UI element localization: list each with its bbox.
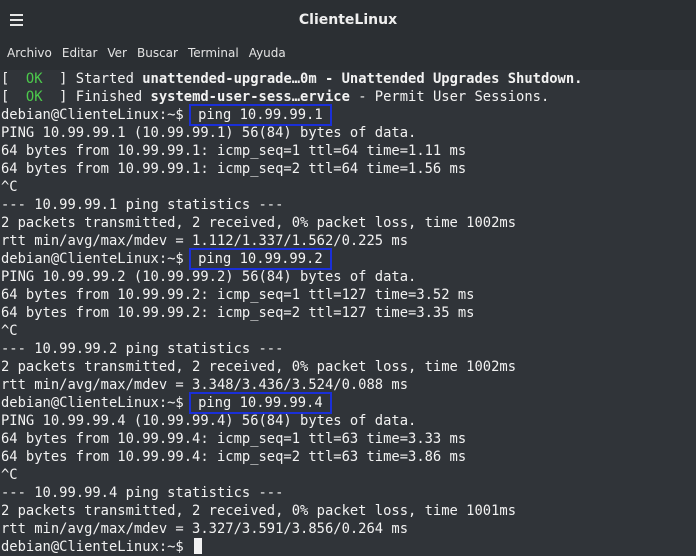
menu-ayuda[interactable]: Ayuda [249,46,286,60]
terminal-line: 2 packets transmitted, 2 received, 0% pa… [1,502,696,520]
shell-prompt: debian@ClienteLinux:~$ [1,251,193,267]
terminal-line: debian@ClienteLinux:~$ [1,538,696,556]
menu-buscar[interactable]: Buscar [137,46,178,60]
terminal-line: 64 bytes from 10.99.99.2: icmp_seq=1 ttl… [1,286,696,304]
output-text: 64 bytes from 10.99.99.4: icmp_seq=2 ttl… [1,449,467,465]
output-text: 2 packets transmitted, 2 received, 0% pa… [1,503,516,519]
terminal-line: --- 10.99.99.4 ping statistics --- [1,484,696,502]
terminal-line: 2 packets transmitted, 2 received, 0% pa… [1,358,696,376]
output-text: rtt min/avg/max/mdev = 3.327/3.591/3.856… [1,521,409,537]
menu-terminal[interactable]: Terminal [188,46,239,60]
window-title: ClienteLinux [298,12,398,28]
terminal-line: rtt min/avg/max/mdev = 3.348/3.436/3.524… [1,376,696,394]
terminal-line: PING 10.99.99.4 (10.99.99.4) 56(84) byte… [1,412,696,430]
shell-prompt: debian@ClienteLinux:~$ [1,539,193,555]
terminal-line: PING 10.99.99.2 (10.99.99.2) 56(84) byte… [1,268,696,286]
output-text: rtt min/avg/max/mdev = 3.348/3.436/3.524… [1,377,409,393]
output-text: --- 10.99.99.2 ping statistics --- [1,341,284,357]
menu-editar[interactable]: Editar [62,46,98,60]
terminal-line: debian@ClienteLinux:~$ ping 10.99.99.2 [1,248,696,270]
status-unit: systemd-user-sess…ervice [150,89,350,105]
terminal-line: --- 10.99.99.2 ping statistics --- [1,340,696,358]
menu-archivo[interactable]: Archivo [7,46,52,60]
terminal-line: 64 bytes from 10.99.99.4: icmp_seq=2 ttl… [1,448,696,466]
shell-prompt: debian@ClienteLinux:~$ [1,107,193,123]
output-text: rtt min/avg/max/mdev = 1.112/1.337/1.562… [1,233,409,249]
status-description: - Permit User Sessions. [349,89,550,105]
output-text: 64 bytes from 10.99.99.1: icmp_seq=2 ttl… [1,161,467,177]
terminal-line: --- 10.99.99.1 ping statistics --- [1,196,696,214]
output-text: PING 10.99.99.2 (10.99.99.2) 56(84) byte… [1,269,417,285]
status-action: ] Finished [42,89,151,105]
status-ok: OK [25,89,43,105]
menu-bar: Archivo Editar Ver Buscar Terminal Ayuda [0,40,696,66]
hamburger-menu-icon[interactable] [10,14,23,26]
output-text: 64 bytes from 10.99.99.1: icmp_seq=1 ttl… [1,143,467,159]
terminal-line: debian@ClienteLinux:~$ ping 10.99.99.1 [1,104,696,126]
shell-prompt: debian@ClienteLinux:~$ [1,395,193,411]
output-text: --- 10.99.99.1 ping statistics --- [1,197,284,213]
terminal-line: PING 10.99.99.1 (10.99.99.1) 56(84) byte… [1,124,696,142]
terminal-line: 64 bytes from 10.99.99.2: icmp_seq=2 ttl… [1,304,696,322]
terminal-line: ^C [1,178,696,196]
text-cursor [194,538,203,554]
output-text: PING 10.99.99.4 (10.99.99.4) 56(84) byte… [1,413,417,429]
title-bar: ClienteLinux [0,0,696,40]
output-text: 2 packets transmitted, 2 received, 0% pa… [1,359,516,375]
menu-ver[interactable]: Ver [107,46,127,60]
output-text: 64 bytes from 10.99.99.2: icmp_seq=2 ttl… [1,305,475,321]
output-text: ^C [1,179,18,195]
highlighted-command: ping 10.99.99.1 [189,104,332,126]
status-bracket-open: [ [1,89,26,105]
highlighted-command: ping 10.99.99.4 [189,392,332,414]
output-text: 64 bytes from 10.99.99.2: icmp_seq=1 ttl… [1,287,475,303]
output-text: 2 packets transmitted, 2 received, 0% pa… [1,215,516,231]
status-unit: unattended-upgrade…0m - Unattended Upgra… [142,71,583,87]
output-text: ^C [1,467,18,483]
status-ok: OK [25,71,43,87]
terminal-line: 64 bytes from 10.99.99.1: icmp_seq=1 ttl… [1,142,696,160]
terminal-line: 2 packets transmitted, 2 received, 0% pa… [1,214,696,232]
output-text: --- 10.99.99.4 ping statistics --- [1,485,284,501]
terminal-line: debian@ClienteLinux:~$ ping 10.99.99.4 [1,392,696,414]
terminal-line: 64 bytes from 10.99.99.4: icmp_seq=1 ttl… [1,430,696,448]
terminal-line: [ OK ] Started unattended-upgrade…0m - U… [1,70,696,88]
output-text: ^C [1,323,18,339]
status-action: ] Started [42,71,143,87]
terminal-line: rtt min/avg/max/mdev = 1.112/1.337/1.562… [1,232,696,250]
output-text: 64 bytes from 10.99.99.4: icmp_seq=1 ttl… [1,431,467,447]
terminal-window: ClienteLinux Archivo Editar Ver Buscar T… [0,0,696,556]
terminal-line: ^C [1,322,696,340]
terminal-line: 64 bytes from 10.99.99.1: icmp_seq=2 ttl… [1,160,696,178]
output-text: PING 10.99.99.1 (10.99.99.1) 56(84) byte… [1,125,417,141]
terminal-line: [ OK ] Finished systemd-user-sess…ervice… [1,88,696,106]
terminal-line: rtt min/avg/max/mdev = 3.327/3.591/3.856… [1,520,696,538]
terminal-line: ^C [1,466,696,484]
highlighted-command: ping 10.99.99.2 [189,248,332,270]
status-bracket-open: [ [1,71,26,87]
terminal-output[interactable]: [ OK ] Started unattended-upgrade…0m - U… [0,70,696,556]
